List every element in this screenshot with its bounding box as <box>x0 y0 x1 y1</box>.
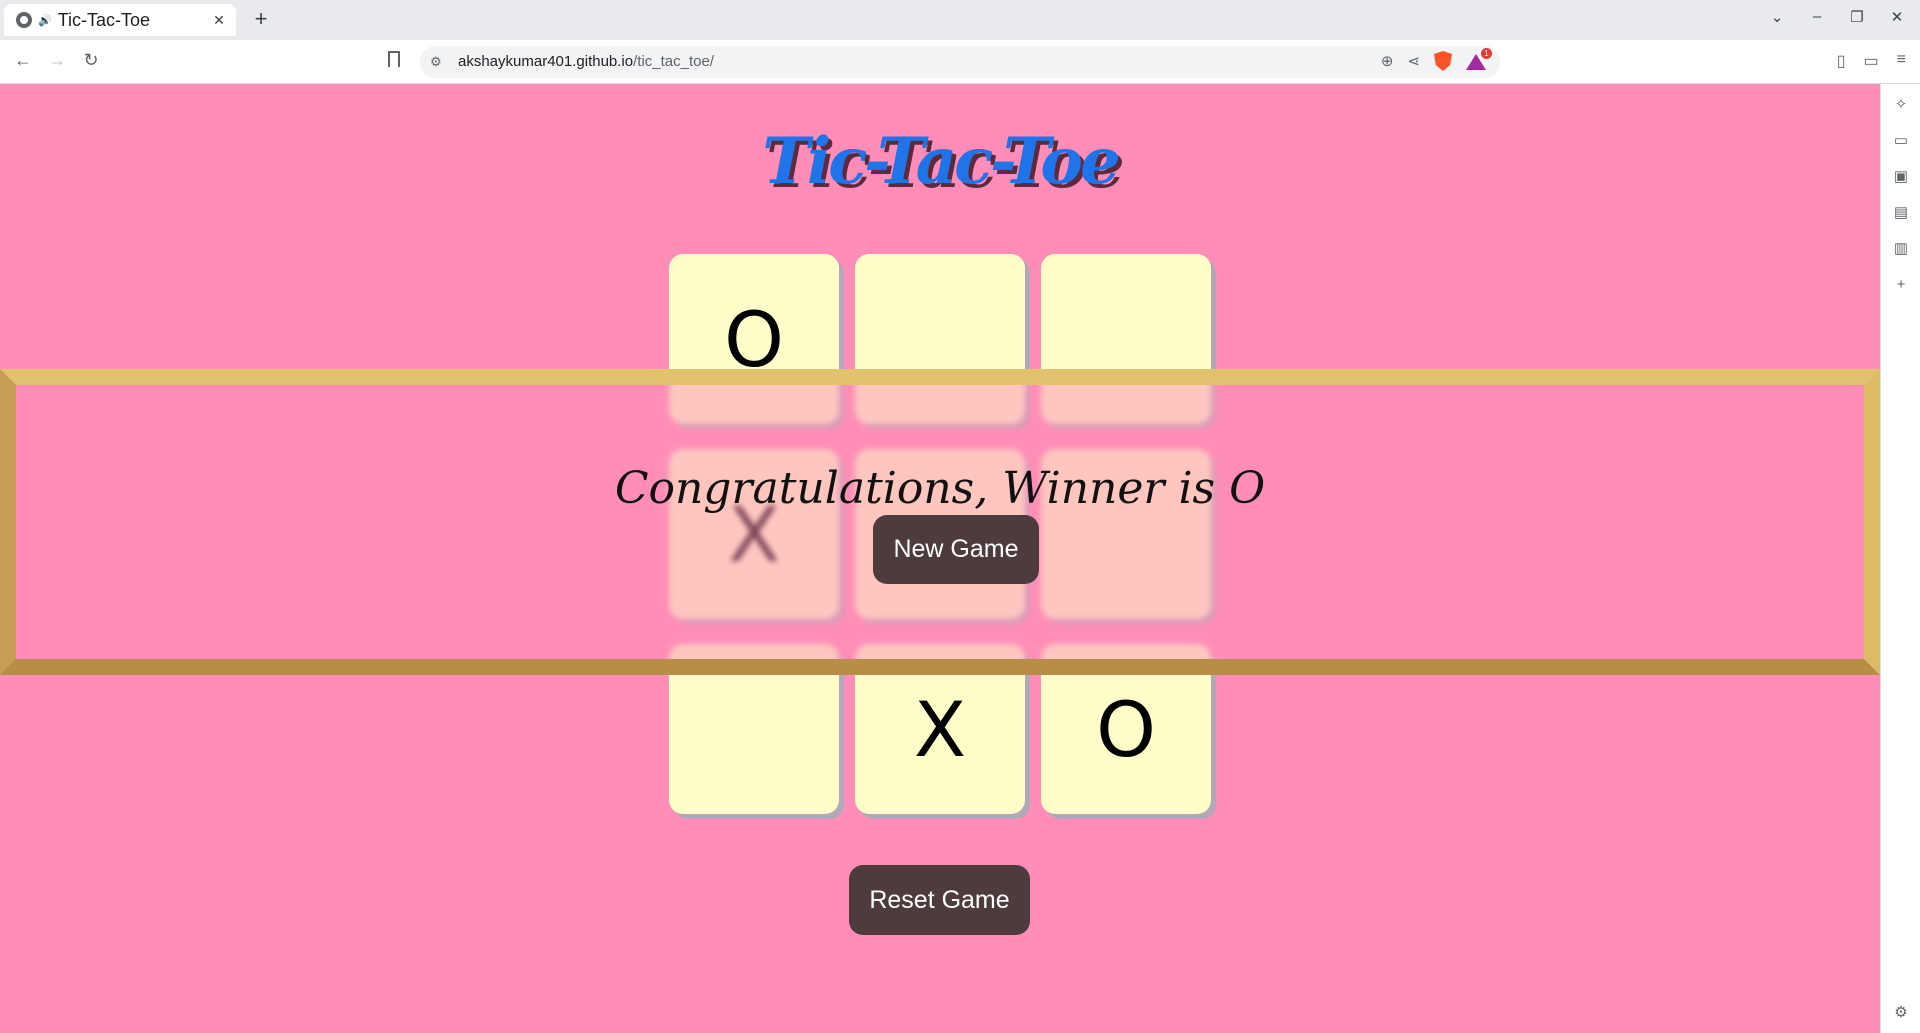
window-controls: ⌄ – ❐ ✕ <box>1768 8 1906 26</box>
menu-icon[interactable]: ≡ <box>1897 51 1906 71</box>
winner-banner: Congratulations, Winner is O New Game <box>0 369 1880 675</box>
tab-title: Tic-Tac-Toe <box>57 9 151 30</box>
sidebar-settings-icon[interactable]: ⚙ <box>1892 1004 1910 1022</box>
new-tab-button[interactable]: + <box>250 7 272 31</box>
restore-icon[interactable]: ❐ <box>1848 8 1866 26</box>
add-sidebar-item-icon[interactable]: + <box>1892 276 1910 294</box>
sidebar-toggle-icon[interactable]: ▯ <box>1837 51 1846 71</box>
browser-tab[interactable]: 🔊 Tic-Tac-Toe ✕ <box>4 4 236 36</box>
address-bar[interactable]: ⚙ akshaykumar401.github.io/tic_tac_toe/ … <box>420 46 1500 78</box>
winner-message: Congratulations, Winner is O <box>614 463 1266 514</box>
browser-tab-bar: 🔊 Tic-Tac-Toe ✕ + ⌄ – ❐ ✕ <box>0 0 1920 40</box>
reading-list-icon[interactable]: ▥ <box>1892 240 1910 258</box>
minimize-icon[interactable]: – <box>1808 8 1826 26</box>
new-game-button[interactable]: New Game <box>873 515 1039 584</box>
bookmark-icon[interactable] <box>388 51 400 67</box>
wallet-sidebar-icon[interactable]: ▣ <box>1892 168 1910 186</box>
window-close-icon[interactable]: ✕ <box>1888 8 1906 26</box>
globe-icon <box>16 12 32 28</box>
site-settings-icon[interactable]: ⚙ <box>430 54 442 70</box>
browser-toolbar: ← → ↻ ⚙ akshaykumar401.github.io/tic_tac… <box>0 40 1920 84</box>
share-icon[interactable]: ⋖ <box>1407 52 1420 70</box>
talk-icon[interactable]: ▭ <box>1892 132 1910 150</box>
browser-sidebar: ✧ ▭ ▣ ▤ ▥ + ⚙ <box>1880 84 1920 1033</box>
zoom-icon[interactable]: ⊕ <box>1381 52 1394 70</box>
brave-rewards-icon[interactable]: 1 <box>1466 48 1492 70</box>
brave-shields-icon[interactable] <box>1434 51 1452 71</box>
rewards-badge: 1 <box>1481 48 1492 59</box>
close-tab-icon[interactable]: ✕ <box>210 12 228 29</box>
bookmarks-icon[interactable]: ▤ <box>1892 204 1910 222</box>
forward-icon[interactable]: → <box>46 50 68 71</box>
page-content: Tic-Tac-Toe O X X O Congratulations, Win… <box>0 84 1880 1033</box>
url-text[interactable]: akshaykumar401.github.io/tic_tac_toe/ <box>458 53 714 70</box>
leo-ai-icon[interactable]: ✧ <box>1892 96 1910 114</box>
audio-playing-icon[interactable]: 🔊 <box>38 14 52 27</box>
wallet-icon[interactable]: ▭ <box>1864 51 1879 71</box>
reset-game-button[interactable]: Reset Game <box>849 865 1030 935</box>
page-title: Tic-Tac-Toe <box>762 124 1120 199</box>
back-icon[interactable]: ← <box>12 50 34 71</box>
reload-icon[interactable]: ↻ <box>80 50 102 71</box>
tab-search-chevron-icon[interactable]: ⌄ <box>1768 8 1786 26</box>
